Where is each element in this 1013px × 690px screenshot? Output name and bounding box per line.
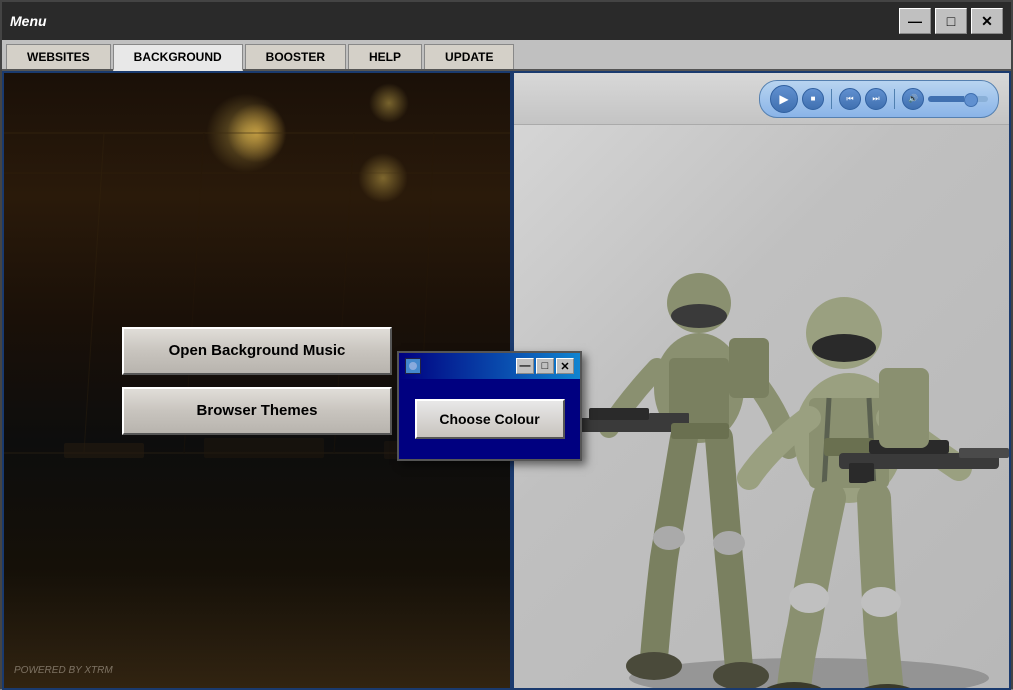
title-bar-left: Menu [10, 13, 47, 29]
volume-button[interactable]: 🔊 [902, 88, 924, 110]
media-bar: ▶ ■ ⏮ ⏭ 🔊 [514, 73, 1009, 125]
main-window: Menu — □ ✕ WEBSITES BACKGROUND BOOSTER H… [0, 0, 1013, 689]
mini-dialog-controls: — □ ✕ [516, 358, 574, 374]
title-bar: Menu — □ ✕ [2, 2, 1011, 40]
dialog-minimize-button[interactable]: — [516, 358, 534, 374]
tab-booster[interactable]: BOOSTER [245, 44, 346, 69]
tab-help[interactable]: HELP [348, 44, 422, 69]
minimize-button[interactable]: — [899, 8, 931, 34]
browser-themes-button[interactable]: Browser Themes [122, 387, 392, 435]
soldiers-illustration [512, 71, 1009, 688]
separator-2 [894, 89, 895, 109]
close-button[interactable]: ✕ [971, 8, 1003, 34]
dialog-close-button[interactable]: ✕ [556, 358, 574, 374]
volume-slider[interactable] [928, 96, 988, 102]
next-button[interactable]: ⏭ [865, 88, 887, 110]
play-button[interactable]: ▶ [770, 85, 798, 113]
separator-1 [831, 89, 832, 109]
watermark: POWERED BY XTRM [14, 665, 113, 676]
prev-button[interactable]: ⏮ [839, 88, 861, 110]
dialog-maximize-button[interactable]: □ [536, 358, 554, 374]
tab-bar: WEBSITES BACKGROUND BOOSTER HELP UPDATE [2, 40, 1011, 71]
dialog-icon-svg [406, 359, 420, 373]
panel-buttons: Open Background Music Browser Themes [122, 327, 392, 435]
tab-update[interactable]: UPDATE [424, 44, 514, 69]
media-player: ▶ ■ ⏮ ⏭ 🔊 [759, 80, 999, 118]
choose-colour-dialog: — □ ✕ Choose Colour [397, 351, 582, 461]
tab-websites[interactable]: WEBSITES [6, 44, 111, 69]
choose-colour-button[interactable]: Choose Colour [415, 399, 565, 439]
open-background-music-button[interactable]: Open Background Music [122, 327, 392, 375]
main-window-controls: — □ ✕ [899, 8, 1003, 34]
right-panel: ▶ ■ ⏮ ⏭ 🔊 [512, 71, 1011, 690]
dialog-icon [405, 358, 421, 374]
stop-button[interactable]: ■ [802, 88, 824, 110]
maximize-button[interactable]: □ [935, 8, 967, 34]
mini-dialog-body: Choose Colour [399, 379, 580, 459]
window-title: Menu [10, 13, 47, 29]
tab-background[interactable]: BACKGROUND [113, 44, 243, 71]
mini-dialog-title-bar: — □ ✕ [399, 353, 580, 379]
content-area: Open Background Music Browser Themes POW… [2, 71, 1011, 690]
